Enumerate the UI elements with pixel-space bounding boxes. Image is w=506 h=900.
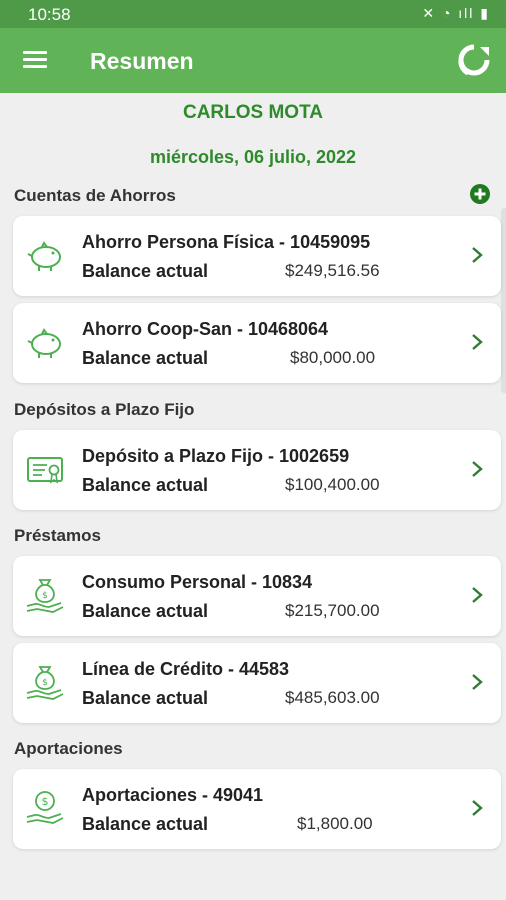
section-title-loans: Préstamos [14,526,101,545]
account-name: Ahorro Persona Física - 10459095 [82,232,371,252]
chevron-right-icon [472,334,483,350]
balance-value: $249,516.56 [285,261,380,280]
account-name: Depósito a Plazo Fijo - 1002659 [82,446,350,466]
account-name: Ahorro Coop-San - 10468064 [82,319,329,339]
chevron-right-icon [472,247,483,263]
add-account-icon[interactable] [470,184,490,204]
refresh-icon[interactable] [456,42,492,78]
balance-label: Balance actual [82,475,209,495]
page-title: Resumen [90,48,194,74]
coin-hand-icon: $ [26,791,64,824]
status-bar: 10:58 ✕ ◔ ıll ▮ [0,0,506,28]
piggy-bank-icon [27,241,61,271]
chevron-right-icon [472,674,483,690]
account-card[interactable]: $ Consumo Personal - 10834 Balance actua… [13,556,501,636]
balance-label: Balance actual [82,688,209,708]
section-title-contributions: Aportaciones [14,739,123,758]
svg-text:$: $ [42,591,48,601]
current-date: miércoles, 06 julio, 2022 [149,147,357,167]
chevron-right-icon [472,800,483,816]
account-card[interactable]: Ahorro Persona Física - 10459095 Balance… [13,216,501,296]
balance-value: $215,700.00 [285,601,380,620]
status-time: 10:58 [28,5,71,24]
account-card[interactable]: Depósito a Plazo Fijo - 1002659 Balance … [13,430,501,510]
balance-value: $100,400.00 [285,475,380,494]
account-name: Consumo Personal - 10834 [82,572,313,592]
balance-label: Balance actual [82,601,209,621]
app-bar: Resumen [0,28,506,93]
status-icons: ✕ ◔ ıll ▮ [422,5,490,21]
section-title-savings: Cuentas de Ahorros [14,186,176,205]
account-card[interactable]: Ahorro Coop-San - 10468064 Balance actua… [13,303,501,383]
section-title-deposits: Depósitos a Plazo Fijo [14,400,195,419]
money-bag-hand-icon: $ [26,666,64,700]
piggy-bank-icon [27,328,61,358]
side-scroll-tab[interactable] [501,208,506,393]
balance-label: Balance actual [82,261,209,281]
user-name: CARLOS MOTA [182,102,324,123]
chevron-right-icon [472,461,483,477]
balance-value: $80,000.00 [290,348,376,367]
chevron-right-icon [472,587,483,603]
account-name: Línea de Crédito - 44583 [82,659,290,679]
balance-label: Balance actual [82,348,209,368]
balance-value: $485,603.00 [285,688,380,707]
balance-value: $1,800.00 [297,814,373,833]
menu-icon[interactable] [23,51,47,69]
svg-text:$: $ [42,795,49,808]
certificate-icon [27,457,63,484]
account-card[interactable]: $ Línea de Crédito - 44583 Balance actua… [13,643,501,723]
balance-label: Balance actual [82,814,209,834]
account-name: Aportaciones - 49041 [82,785,264,805]
money-bag-hand-icon: $ [26,579,64,613]
svg-text:$: $ [42,678,48,688]
account-card[interactable]: $ Aportaciones - 49041 Balance actual $1… [13,769,501,849]
